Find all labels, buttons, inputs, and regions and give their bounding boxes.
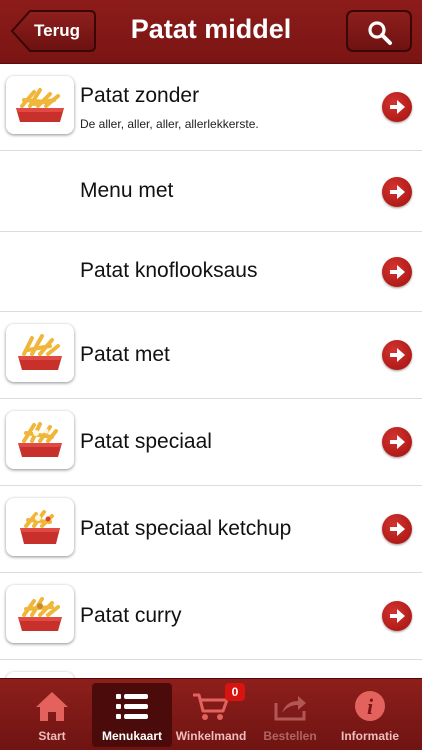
- tab-label: Informatie: [340, 729, 399, 743]
- tab-label: Menukaart: [101, 729, 163, 743]
- item-title: Patat speciaal: [80, 430, 212, 453]
- fries-image: [6, 411, 74, 469]
- fries-icon: [18, 422, 62, 457]
- tab-menukaart[interactable]: Menukaart: [92, 683, 172, 747]
- item-subtitle: De aller, aller, aller, allerlekkerste.: [80, 117, 259, 131]
- tab-winkelmand[interactable]: 0 Winkelmand: [169, 679, 253, 750]
- list-item[interactable]: Patat curry: [0, 573, 422, 660]
- arrow-right-icon[interactable]: [382, 257, 412, 287]
- item-title: Patat speciaal ketchup: [80, 517, 292, 540]
- item-title: Patat knoflooksaus: [80, 259, 258, 282]
- list-item[interactable]: Patat met: [0, 312, 422, 399]
- fries-image: [6, 498, 74, 556]
- search-icon: [368, 21, 392, 45]
- tab-bestellen[interactable]: Bestellen: [248, 679, 332, 750]
- list-item[interactable]: Patat speciaal: [0, 399, 422, 486]
- home-icon: [36, 692, 68, 721]
- share-icon: [274, 696, 306, 721]
- fries-icon: [18, 597, 62, 631]
- info-icon: i: [355, 691, 385, 721]
- tab-label: Start: [38, 729, 66, 743]
- list-icon: [116, 694, 148, 719]
- arrow-right-icon[interactable]: [382, 514, 412, 544]
- arrow-right-icon[interactable]: [382, 601, 412, 631]
- list-item[interactable]: Menu met: [0, 151, 422, 232]
- navigation-bar: Terug Patat middel: [0, 0, 422, 64]
- arrow-right-icon[interactable]: [382, 177, 412, 207]
- cart-count-badge: 0: [225, 683, 245, 701]
- list-item[interactable]: Patat zonder De aller, aller, aller, all…: [0, 64, 422, 151]
- tab-start[interactable]: Start: [10, 679, 94, 750]
- item-title: Patat curry: [80, 604, 182, 627]
- fries-image: [6, 585, 74, 643]
- arrow-right-icon[interactable]: [382, 340, 412, 370]
- tab-label: Winkelmand: [175, 729, 247, 743]
- list-item[interactable]: [0, 660, 422, 678]
- tab-bar: Start Menukaart 0 Winkelmand Bestellen i: [0, 678, 422, 750]
- svg-text:i: i: [367, 694, 374, 719]
- item-title: Patat met: [80, 343, 170, 366]
- tab-label: Bestellen: [263, 729, 317, 743]
- fries-icon: [20, 510, 60, 544]
- arrow-right-icon[interactable]: [382, 427, 412, 457]
- item-title: Patat zonder: [80, 84, 200, 107]
- fries-icon: [18, 334, 62, 370]
- menu-item-list: Patat zonder De aller, aller, aller, all…: [0, 64, 422, 678]
- tab-informatie[interactable]: i Informatie: [328, 679, 412, 750]
- fries-icon: [16, 88, 64, 122]
- list-item[interactable]: Patat knoflooksaus: [0, 232, 422, 312]
- item-title: Menu met: [80, 179, 174, 202]
- arrow-right-icon[interactable]: [382, 92, 412, 122]
- fries-image: [6, 76, 74, 134]
- list-item[interactable]: Patat speciaal ketchup: [0, 486, 422, 573]
- fries-image: [6, 324, 74, 382]
- search-button[interactable]: [346, 10, 412, 52]
